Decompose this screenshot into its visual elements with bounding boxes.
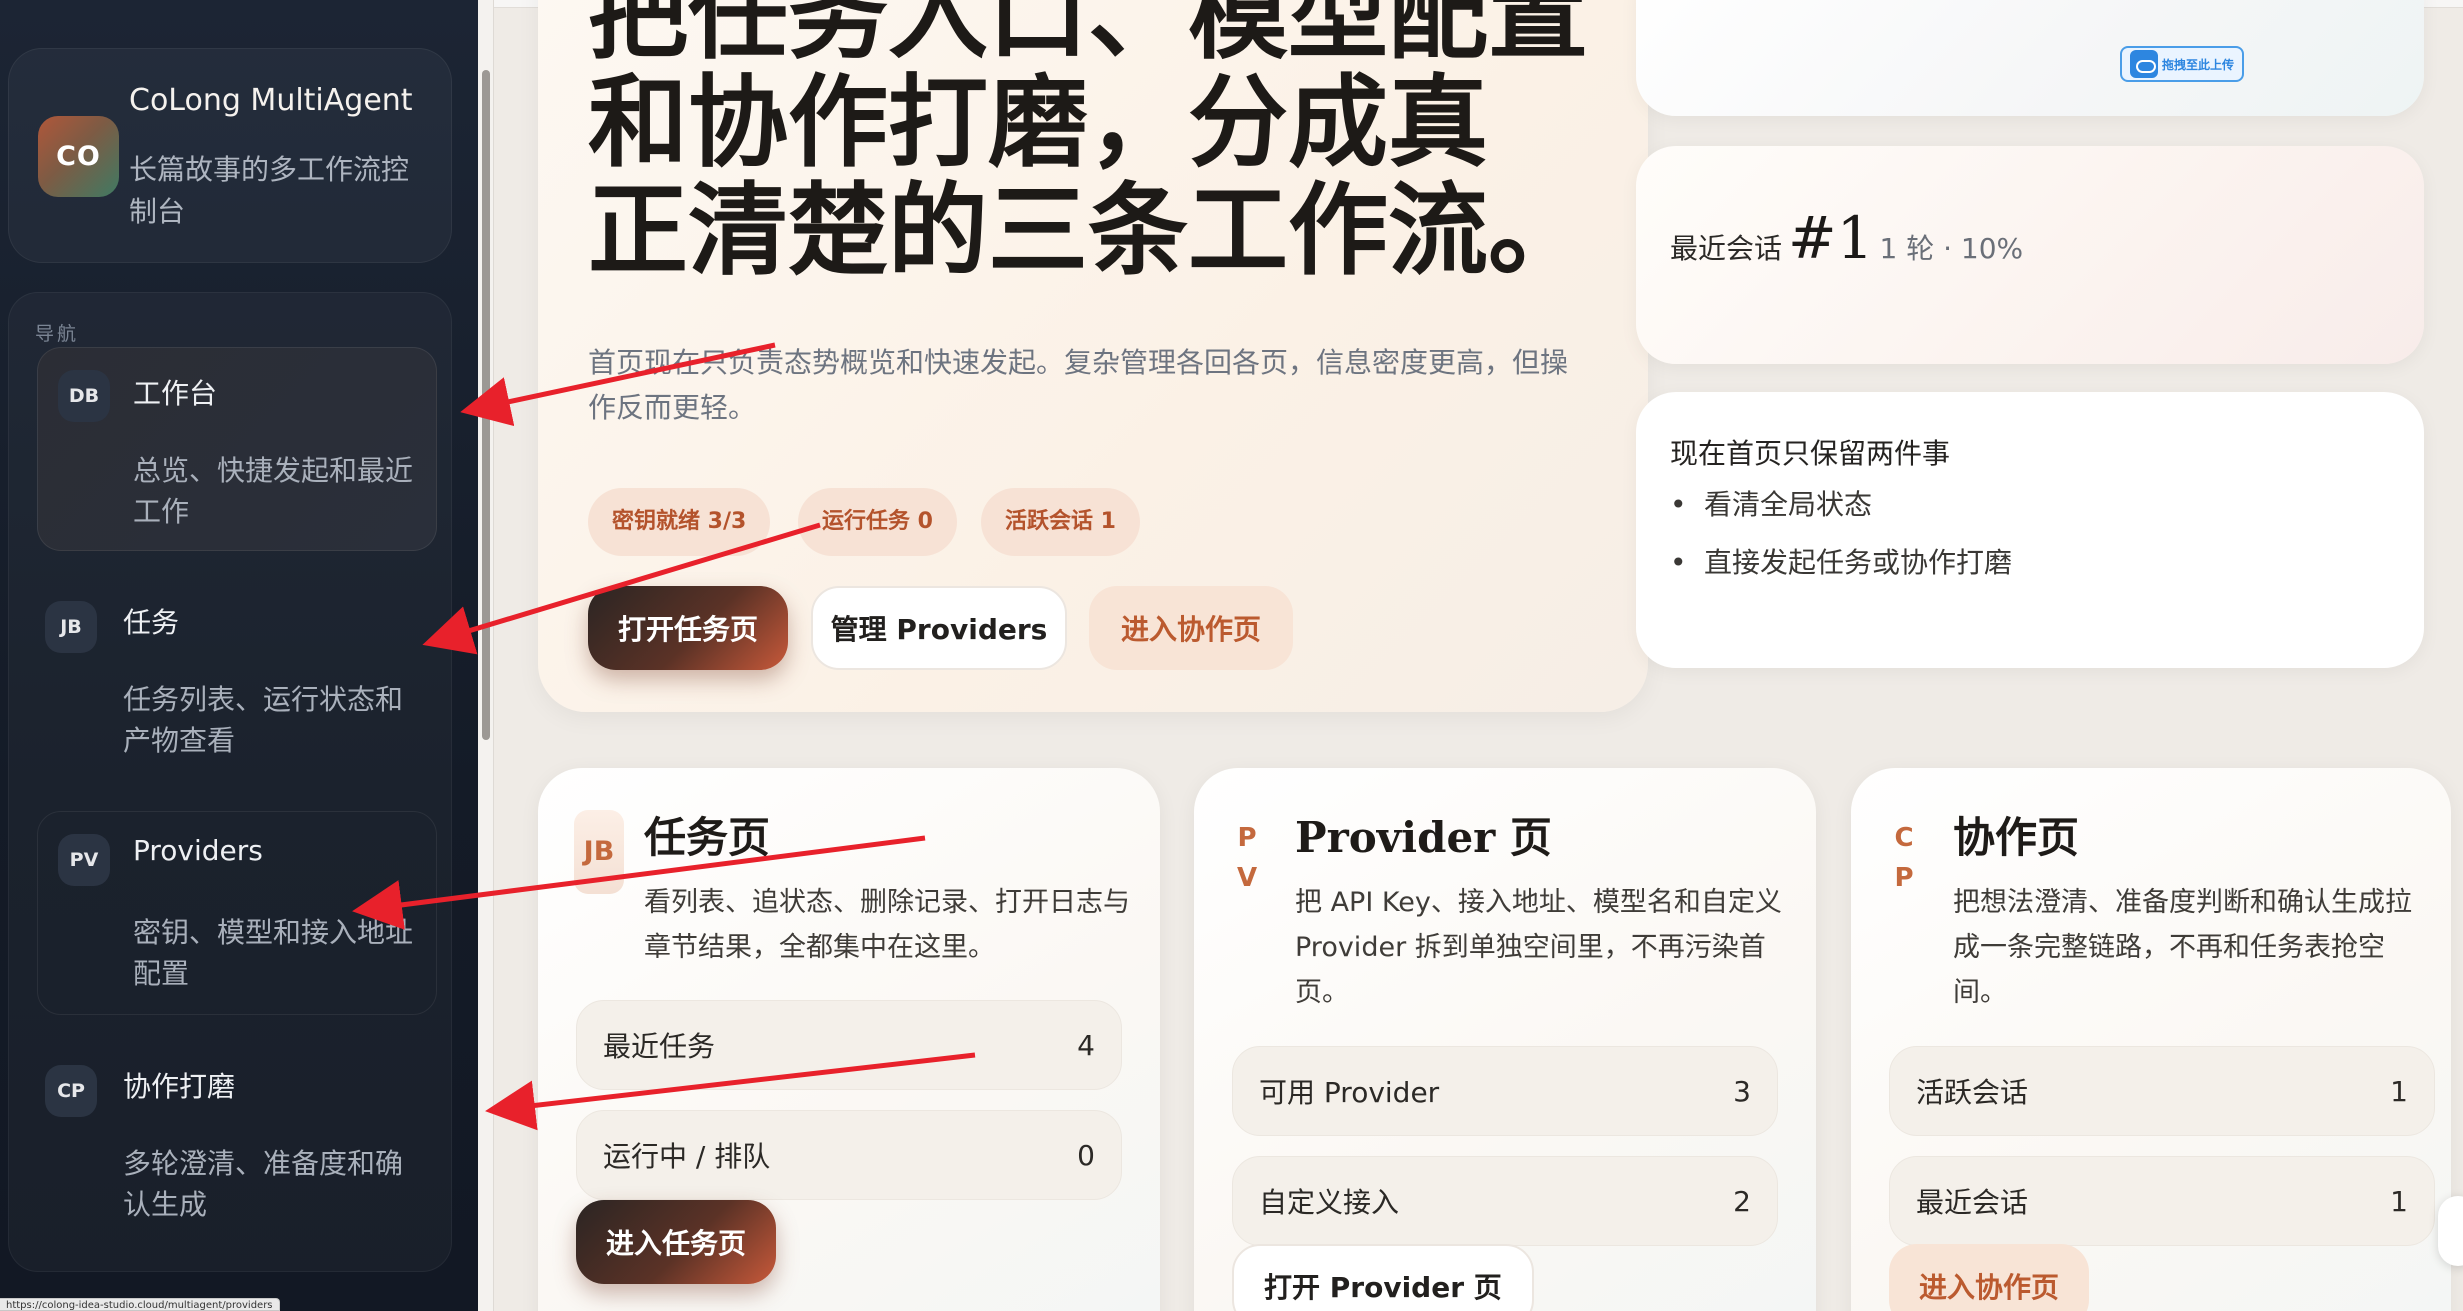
stat-label: 可用 Provider xyxy=(1259,1076,1440,1109)
nav-item-desc: 密钥、模型和接入地址配置 xyxy=(133,916,414,990)
nav-panel: 导航 DB 工作台 总览、快捷发起和最近工作 JB 任务 任务列表、运行状态和产… xyxy=(8,292,452,1272)
open-provider-page-button[interactable]: 打开 Provider 页 xyxy=(1232,1244,1534,1311)
upload-chip[interactable]: 拖拽至此上传 xyxy=(2120,46,2245,82)
keep-title: 现在首页只保留两件事 xyxy=(1670,437,1951,470)
list-item: 直接发起任务或协作打磨 xyxy=(1670,534,2012,592)
nav-badge-jb: JB xyxy=(45,601,97,653)
keep-list: 看清全局状态 直接发起任务或协作打磨 xyxy=(1670,476,2012,592)
providers-card-badge: PV xyxy=(1236,823,1258,893)
stat-label: 活跃会话 xyxy=(1916,1076,2029,1109)
stat-row-recent-sessions: 最近会话 1 xyxy=(1889,1156,2435,1246)
manage-providers-button[interactable]: 管理 Providers xyxy=(811,586,1067,670)
nav-item-desc: 多轮澄清、准备度和确认生成 xyxy=(123,1147,404,1221)
nav-item-tasks[interactable]: JB 任务 任务列表、运行状态和产物查看 xyxy=(37,579,437,783)
status-pill-sessions: 活跃会话 1 xyxy=(981,488,1140,556)
providers-card-desc: 把 API Key、接入地址、模型名和自定义 Provider 拆到单独空间里，… xyxy=(1295,887,1782,1008)
status-pill-running: 运行任务 0 xyxy=(798,488,957,556)
tasks-card-badge: JB xyxy=(574,810,624,894)
collab-card-title: 协作页 xyxy=(1953,813,2080,862)
stat-value: 3 xyxy=(1733,1074,1751,1108)
collab-card-desc: 把想法澄清、准备度判断和确认生成拉成一条完整链路，不再和任务表抢空间。 xyxy=(1953,887,2412,1008)
open-tasks-button[interactable]: 打开任务页 xyxy=(588,586,788,670)
nav-item-providers[interactable]: PV Providers 密钥、模型和接入地址配置 xyxy=(37,811,437,1015)
stat-label: 运行中 / 排队 xyxy=(603,1140,771,1173)
collab-card: CP 协作页 把想法澄清、准备度判断和确认生成拉成一条完整链路，不再和任务表抢空… xyxy=(1851,768,2451,1311)
list-item: 看清全局状态 xyxy=(1670,476,2012,534)
nav-badge-db: DB xyxy=(58,370,110,422)
nav-item-dashboard[interactable]: DB 工作台 总览、快捷发起和最近工作 xyxy=(37,347,437,551)
cloud-upload-icon xyxy=(2130,50,2158,78)
collab-card-badge: CP xyxy=(1894,823,1914,893)
stat-value: 1 xyxy=(2390,1184,2408,1218)
recent-session-card: 最近会话 #1 1 轮 · 10% xyxy=(1636,146,2424,364)
providers-card: PV Provider 页 把 API Key、接入地址、模型名和自定义 Pro… xyxy=(1194,768,1816,1311)
stat-row-custom-access: 自定义接入 2 xyxy=(1232,1156,1778,1246)
enter-collab-card-button[interactable]: 进入协作页 xyxy=(1889,1244,2090,1311)
upload-chip-label: 拖拽至此上传 xyxy=(2162,57,2235,72)
nav-item-title: 工作台 xyxy=(133,377,218,410)
stat-label: 最近任务 xyxy=(603,1030,716,1063)
hero-title: 把任务入口、模型配置 和协作打磨，分成真 正清楚的三条工作流。 xyxy=(588,0,1588,284)
status-url: https://colong-idea-studio.cloud/multiag… xyxy=(0,1298,280,1311)
tasks-card-desc: 看列表、追状态、删除记录、打开日志与章节结果，全都集中在这里。 xyxy=(644,887,1130,963)
scroll-knob[interactable] xyxy=(2438,1196,2463,1266)
stat-label: 最近会话 xyxy=(1916,1186,2029,1219)
nav-item-collab[interactable]: CP 协作打磨 多轮澄清、准备度和确认生成 xyxy=(37,1043,437,1247)
stat-row-running-queued: 运行中 / 排队 0 xyxy=(576,1110,1122,1200)
enter-collab-button[interactable]: 进入协作页 xyxy=(1089,586,1293,670)
recent-session-meta: 1 轮 · 10% xyxy=(1879,232,2024,265)
homepage-keep-card: 现在首页只保留两件事 看清全局状态 直接发起任务或协作打磨 xyxy=(1636,392,2424,668)
nav-item-desc: 总览、快捷发起和最近工作 xyxy=(133,454,414,528)
stat-label: 自定义接入 xyxy=(1259,1186,1400,1219)
stat-value: 0 xyxy=(1077,1138,1095,1172)
stat-value: 1 xyxy=(2390,1074,2408,1108)
nav-heading: 导航 xyxy=(35,323,80,345)
status-pill-keys: 密钥就绪 3/3 xyxy=(588,488,771,556)
top-right-card: 拖拽至此上传 xyxy=(1636,0,2424,116)
hero-title-line: 和协作打磨，分成真 xyxy=(588,63,1488,181)
brand-name: CoLong MultiAgent xyxy=(129,83,413,118)
nav-item-desc: 任务列表、运行状态和产物查看 xyxy=(123,683,404,757)
brand-subtitle: 长篇故事的多工作流控制台 xyxy=(129,153,410,228)
sidebar-scroll-thumb[interactable] xyxy=(482,70,490,740)
sidebar: CO CoLong MultiAgent 长篇故事的多工作流控制台 导航 DB … xyxy=(0,0,478,1311)
stat-row-recent-tasks: 最近任务 4 xyxy=(576,1000,1122,1090)
nav-badge-cp: CP xyxy=(45,1065,97,1117)
stat-value: 2 xyxy=(1733,1184,1751,1218)
tasks-card: JB 任务页 看列表、追状态、删除记录、打开日志与章节结果，全都集中在这里。 最… xyxy=(538,768,1160,1311)
stat-row-active-sessions: 活跃会话 1 xyxy=(1889,1046,2435,1136)
providers-card-title: Provider 页 xyxy=(1295,813,1552,862)
hero-title-line: 把任务入口、模型配置 xyxy=(588,0,1588,73)
hero-description: 首页现在只负责态势概览和快速发起。复杂管理各回各页，信息密度更高，但操作反而更轻… xyxy=(588,346,1569,424)
brand-logo: CO xyxy=(38,116,119,197)
nav-item-title: 任务 xyxy=(123,606,180,639)
recent-session-line: 最近会话 #1 1 轮 · 10% xyxy=(1670,204,2023,272)
stat-value: 4 xyxy=(1077,1028,1095,1062)
nav-badge-pv: PV xyxy=(58,834,110,886)
nav-item-title: 协作打磨 xyxy=(123,1070,236,1103)
recent-session-number: #1 xyxy=(1788,204,1874,272)
enter-tasks-button[interactable]: 进入任务页 xyxy=(576,1200,777,1284)
brand-card: CO CoLong MultiAgent 长篇故事的多工作流控制台 xyxy=(8,48,452,263)
tasks-card-title: 任务页 xyxy=(644,813,771,862)
recent-session-label: 最近会话 xyxy=(1670,232,1783,265)
stat-row-available-providers: 可用 Provider 3 xyxy=(1232,1046,1778,1136)
hero-title-line: 正清楚的三条工作流。 xyxy=(588,171,1588,289)
sidebar-scrollbar[interactable] xyxy=(478,0,494,1311)
nav-item-title: Providers xyxy=(133,834,263,867)
